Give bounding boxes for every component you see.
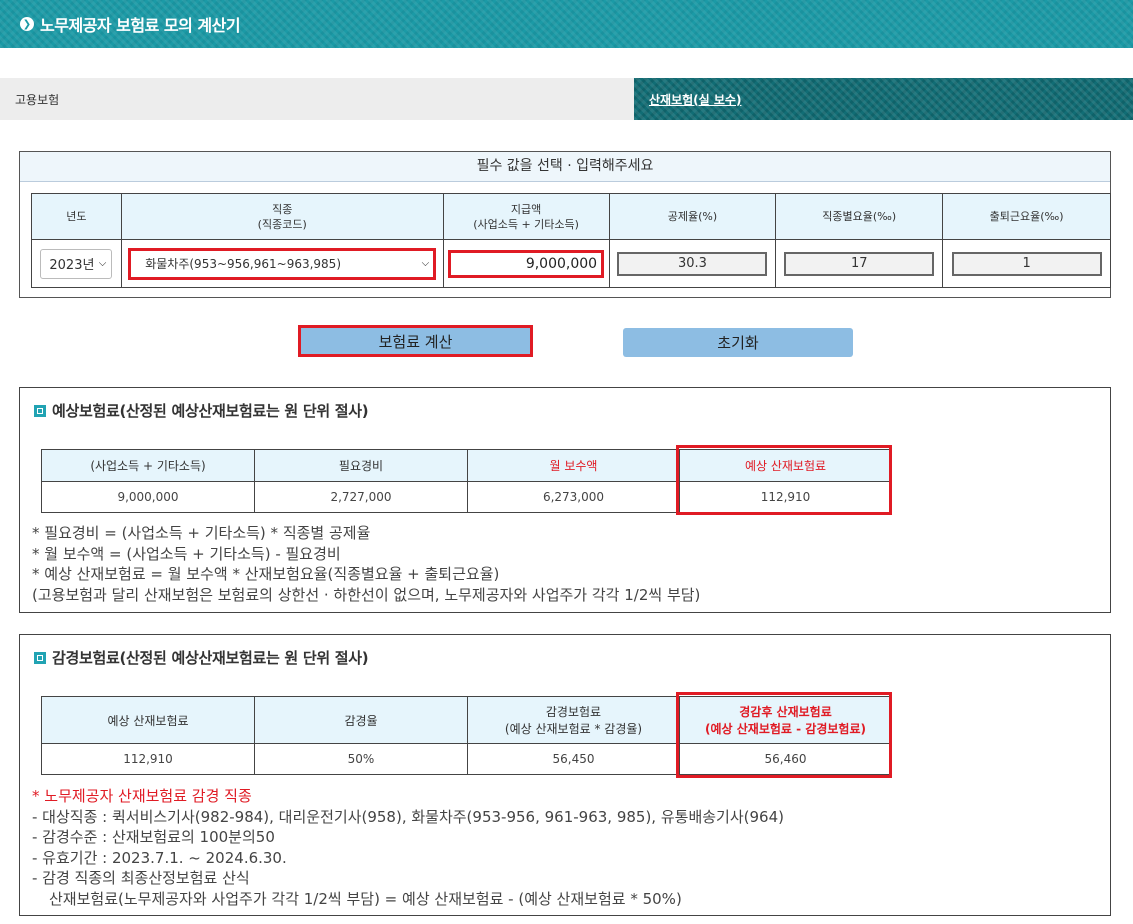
input-table: 년도 직종 (직종코드) 지급액 (사업소득 + 기타소득) 공제율(%) 직종별요…: [31, 193, 1111, 288]
cell-reduction-rate: 50%: [254, 743, 468, 775]
header-amount: 지급액 (사업소득 + 기타소득): [442, 193, 610, 240]
header-final-premium: 경감후 산재보험료 (예상 산재보험료 - 감경보험료): [679, 696, 892, 744]
tab-industrial-accident-insurance[interactable]: 산재보험(실 보수): [634, 78, 1133, 120]
header-job: 직종 (직종코드): [120, 193, 444, 240]
note-line: * 필요경비 = (사업소득 + 기타소득) * 직종별 공제율: [32, 524, 371, 542]
reset-button[interactable]: 초기화: [623, 328, 853, 357]
expected-premium-section: 예상보험료(산정된 예상산재보험료는 원 단위 절사) (사업소득 + 기타소득…: [19, 387, 1111, 613]
page-title: 노무제공자 보험료 모의 계산기: [40, 16, 241, 35]
header-commute-rate: 출퇴근요율(‰): [942, 193, 1111, 240]
job-rate-field: 17: [784, 251, 935, 276]
cell-reduced-amount: 56,450: [467, 743, 680, 775]
cell-expected-premium: 112,910: [679, 481, 892, 513]
cell-necessary-expense: 2,727,000: [254, 481, 468, 513]
year-select-value: 2023년: [49, 258, 95, 273]
note-title: * 노무제공자 산재보험료 감경 직종: [32, 787, 252, 805]
tab-bar: 고용보험 산재보험(실 보수): [0, 78, 1133, 120]
note-line: - 감경수준 : 산재보험료의 100분의50: [32, 828, 275, 846]
cell-expected-premium: 112,910: [41, 743, 255, 775]
tab-employment-insurance[interactable]: 고용보험: [0, 78, 634, 120]
expected-premium-title: 예상보험료(산정된 예상산재보험료는 원 단위 절사): [34, 400, 369, 421]
cell-monthly-pay: 6,273,000: [467, 481, 680, 513]
job-select-value: 화물차주(953~956,961~963,985): [145, 257, 342, 271]
note-line: (고용보험과 달리 산재보험은 보험료의 상한선 · 하한선이 없으며, 노무제…: [32, 585, 701, 604]
reduced-premium-title: 감경보험료(산정된 예상산재보험료는 원 단위 절사): [34, 647, 369, 668]
header-expected-premium: 예상 산재보험료: [41, 696, 255, 744]
calculate-button[interactable]: 보험료 계산: [298, 325, 533, 357]
note-line: 산재보험료(노무제공자와 사업주가 각각 1/2씩 부담) = 예상 산재보험료…: [49, 889, 682, 908]
header-year: 년도: [31, 193, 122, 240]
deduction-rate-field: 30.3: [617, 251, 768, 276]
expected-premium-table: (사업소득 + 기타소득) 필요경비 월 보수액 예상 산재보험료 9,000,…: [41, 449, 892, 513]
chevron-down-icon: ⌵: [98, 258, 107, 269]
commute-rate-field: 1: [951, 251, 1102, 276]
expected-premium-notes: * 필요경비 = (사업소득 + 기타소득) * 직종별 공제율 * 월 보수액…: [32, 523, 700, 605]
header-reduced-amount: 감경보험료 (예상 산재보험료 * 감경율): [467, 696, 680, 744]
header-necessary-expense: 필요경비: [254, 449, 468, 482]
note-line: - 대상직종 : 퀵서비스기사(982-984), 대리운전기사(958), 화…: [32, 807, 784, 826]
required-input-panel: 필수 값을 선택 · 입력해주세요 년도 직종 (직종코드) 지급액 (사업소득 +…: [19, 151, 1111, 298]
required-input-title: 필수 값을 선택 · 입력해주세요: [20, 152, 1110, 182]
header-deduction-rate: 공제율(%): [608, 193, 777, 240]
note-line: * 월 보수액 = (사업소득 + 기타소득) - 필요경비: [32, 544, 341, 563]
cell-final-premium: 56,460: [679, 743, 892, 775]
note-line: * 예상 산재보험료 = 월 보수액 * 산재보험요율(직종별요율 + 출퇴근요…: [32, 565, 500, 583]
header-job-rate: 직종별요율(‰): [775, 193, 944, 240]
amount-input[interactable]: 9,000,000: [448, 249, 605, 278]
square-bullet-icon: [34, 651, 46, 664]
header-expected-premium: 예상 산재보험료: [679, 449, 892, 482]
reduced-premium-notes: * 노무제공자 산재보험료 감경 직종 - 대상직종 : 퀵서비스기사(982-…: [32, 786, 784, 909]
header-monthly-pay: 월 보수액: [467, 449, 680, 482]
job-select[interactable]: 화물차주(953~956,961~963,985) ⌵: [128, 247, 437, 280]
cell-income: 9,000,000: [41, 481, 255, 513]
header-income: (사업소득 + 기타소득): [41, 449, 255, 482]
reduced-premium-table: 예상 산재보험료 감경율 감경보험료 (예상 산재보험료 * 감경율) 경감후 산…: [41, 696, 892, 775]
header-reduction-rate: 감경율: [254, 696, 468, 744]
year-select[interactable]: 2023년 ⌵: [40, 248, 113, 279]
circle-arrow-icon: ❯: [20, 17, 34, 31]
note-line: - 감경 직종의 최종산정보험료 산식: [32, 869, 250, 887]
square-bullet-icon: [34, 404, 46, 417]
page-header: ❯ 노무제공자 보험료 모의 계산기: [0, 0, 1133, 48]
reduced-premium-section: 감경보험료(산정된 예상산재보험료는 원 단위 절사) 예상 산재보험료 감경율…: [19, 634, 1111, 916]
chevron-down-icon: ⌵: [421, 258, 430, 269]
note-line: - 유효기간 : 2023.7.1. ~ 2024.6.30.: [32, 848, 287, 867]
